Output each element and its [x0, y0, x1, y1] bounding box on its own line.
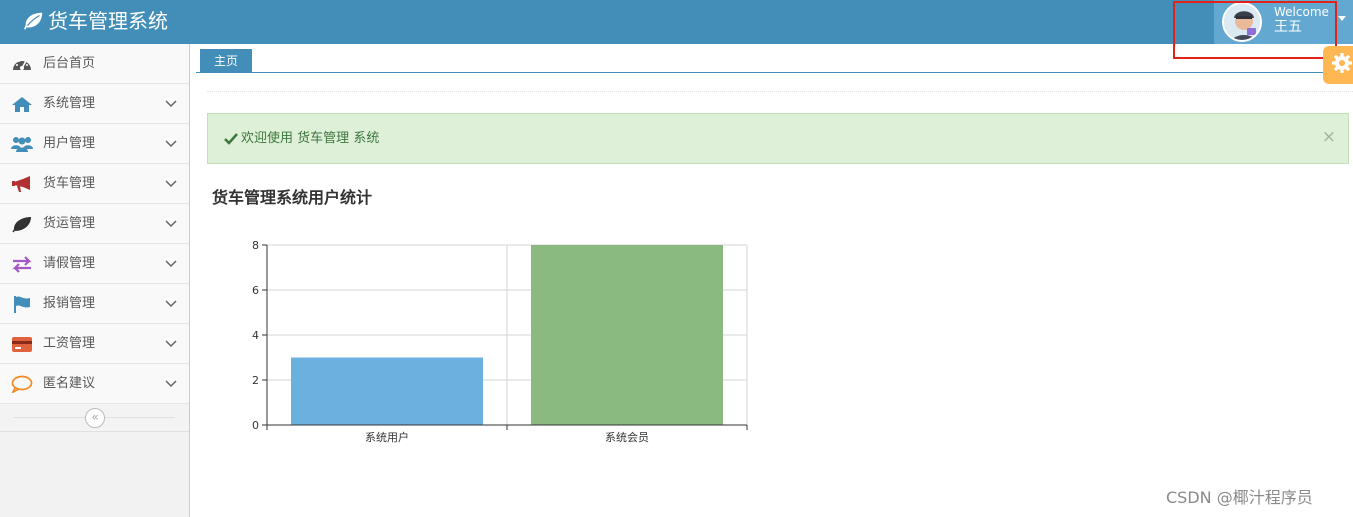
y-tick-label: 8: [252, 239, 259, 252]
sidebar-item-label: 匿名建议: [43, 376, 96, 391]
section-title: 货车管理系统用户统计: [212, 188, 373, 207]
check-icon: [224, 133, 238, 145]
double-angle-left-icon: «: [91, 410, 99, 424]
divider: [207, 91, 1353, 92]
y-tick-label: 0: [252, 419, 259, 432]
sidebar-item-label: 后台首页: [43, 56, 96, 71]
sidebar-item-trucks[interactable]: 货车管理: [0, 164, 189, 204]
caret-down-icon: [1338, 16, 1346, 21]
welcome-alert: 欢迎使用 货车管理 系统 ×: [207, 113, 1349, 164]
sidebar-item-label: 系统管理: [43, 96, 96, 111]
brand[interactable]: 货车管理系统: [22, 8, 168, 34]
sidebar-item-label: 报销管理: [43, 296, 96, 311]
watermark: CSDN @椰汁程序员: [1166, 488, 1313, 507]
sidebar-item-users[interactable]: 用户管理: [0, 124, 189, 164]
y-tick-label: 4: [252, 329, 259, 342]
sidebar-item-suggestions[interactable]: 匿名建议: [0, 364, 189, 404]
sidebar-collapse-bar: «: [0, 404, 189, 432]
y-tick-label: 6: [252, 284, 259, 297]
sidebar: 后台首页 系统管理 用户管理 货车管理 货运管理 请假管理 报销管理 工资管理 …: [0, 44, 190, 517]
flag-icon: [14, 296, 30, 313]
avatar: [1222, 2, 1262, 42]
alert-suffix: 系统: [353, 131, 380, 146]
chevron-down-icon: [165, 380, 177, 388]
user-menu[interactable]: Welcome 王五: [1214, 0, 1353, 44]
chevron-down-icon: [165, 340, 177, 348]
leaf-icon: [23, 12, 43, 30]
app-title: 货车管理系统: [48, 9, 168, 33]
sidebar-item-system[interactable]: 系统管理: [0, 84, 189, 124]
sidebar-collapse-button[interactable]: «: [85, 408, 105, 428]
gear-icon: [1332, 53, 1352, 73]
chevron-down-icon: [165, 100, 177, 108]
comment-icon: [11, 375, 33, 393]
tab-bar: 主页: [196, 44, 1353, 73]
sidebar-item-freight[interactable]: 货运管理: [0, 204, 189, 244]
sidebar-item-leave[interactable]: 请假管理: [0, 244, 189, 284]
sidebar-item-label: 用户管理: [43, 136, 96, 151]
chevron-down-icon: [165, 180, 177, 188]
alert-system-name: 货车管理: [297, 131, 350, 146]
credit-card-icon: [12, 337, 32, 352]
username: 王五: [1274, 19, 1302, 35]
sidebar-item-reimbursement[interactable]: 报销管理: [0, 284, 189, 324]
exchange-icon: [12, 256, 32, 273]
x-tick-label: 系统用户: [365, 430, 409, 444]
sidebar-item-label: 请假管理: [43, 256, 96, 271]
chevron-down-icon: [165, 140, 177, 148]
user-stats-chart: 0 2 4 6 8 系统用户 系统会员: [252, 239, 748, 444]
home-icon: [12, 97, 32, 112]
alert-text: 欢迎使用 货车管理 系统: [241, 130, 379, 148]
bar: [531, 245, 723, 425]
sidebar-item-dashboard[interactable]: 后台首页: [0, 44, 189, 84]
leaf-icon: [12, 217, 31, 233]
bar: [291, 357, 483, 425]
tab-home[interactable]: 主页: [200, 49, 252, 73]
bullhorn-icon: [12, 176, 30, 192]
dashboard-icon: [13, 59, 31, 70]
sidebar-item-label: 货车管理: [43, 176, 96, 191]
x-tick-label: 系统会员: [605, 431, 649, 444]
sidebar-item-label: 工资管理: [43, 336, 96, 351]
chevron-down-icon: [165, 220, 177, 228]
close-icon[interactable]: ×: [1322, 127, 1336, 147]
sidebar-item-salary[interactable]: 工资管理: [0, 324, 189, 364]
chevron-down-icon: [165, 260, 177, 268]
settings-button[interactable]: [1323, 46, 1353, 84]
y-tick-label: 2: [252, 374, 259, 387]
chevron-down-icon: [165, 300, 177, 308]
welcome-text: Welcome: [1274, 5, 1329, 19]
alert-prefix: 欢迎使用: [241, 131, 294, 146]
users-icon: [11, 137, 33, 152]
top-navbar: 货车管理系统 Welcome 王五: [0, 0, 1353, 59]
sidebar-item-label: 货运管理: [43, 216, 96, 231]
